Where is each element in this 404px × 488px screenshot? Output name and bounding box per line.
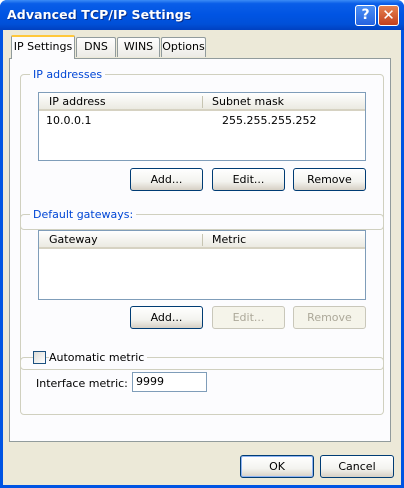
column-separator[interactable] <box>202 96 203 108</box>
ip-edit-button[interactable]: Edit... <box>212 168 285 191</box>
button-label: Add... <box>150 173 183 186</box>
button-label: Cancel <box>338 460 376 473</box>
gateway-list[interactable]: Gateway Metric <box>38 230 366 300</box>
button-label: Remove <box>307 173 352 186</box>
interface-metric-label: Interface metric: <box>36 377 128 390</box>
ip-remove-button[interactable]: Remove <box>293 168 366 191</box>
ip-address-cell: 10.0.0.1 <box>46 114 92 127</box>
tab-dns[interactable]: DNS <box>76 37 116 57</box>
column-header-ip-address[interactable]: IP address <box>49 95 106 108</box>
window-title: Advanced TCP/IP Settings <box>7 7 192 22</box>
tab-label: IP Settings <box>13 40 73 53</box>
help-icon: ? <box>361 7 370 23</box>
tab-wins[interactable]: WINS <box>117 37 160 57</box>
interface-metric-input[interactable]: 9999 <box>132 372 207 392</box>
cancel-button[interactable]: Cancel <box>320 455 394 478</box>
ip-address-list[interactable]: IP address Subnet mask 10.0.0.1 255.255.… <box>38 92 366 161</box>
ok-button[interactable]: OK <box>240 455 314 478</box>
button-label: Add... <box>150 311 183 324</box>
gateway-add-button[interactable]: Add... <box>130 306 203 329</box>
default-gateways-group-label: Default gateways: <box>30 208 137 221</box>
column-header-subnet-mask[interactable]: Subnet mask <box>212 95 284 108</box>
tab-label: DNS <box>84 40 108 53</box>
tab-options[interactable]: Options <box>161 37 206 57</box>
button-label: OK <box>269 460 285 473</box>
tab-label: Options <box>162 40 205 53</box>
help-button[interactable]: ? <box>355 5 376 26</box>
title-bar[interactable]: Advanced TCP/IP Settings ? ✕ <box>0 0 404 30</box>
column-header-gateway[interactable]: Gateway <box>49 233 98 246</box>
tab-label: WINS <box>123 40 154 53</box>
ip-add-button[interactable]: Add... <box>130 168 203 191</box>
column-header-metric[interactable]: Metric <box>212 233 246 246</box>
tab-ip-settings[interactable]: IP Settings <box>11 35 75 59</box>
automatic-metric-checkbox[interactable] <box>33 351 46 364</box>
button-label: Edit... <box>232 173 265 186</box>
dialog-client: IP Settings DNS WINS Options IP addresse… <box>3 30 401 485</box>
gateway-list-header: Gateway Metric <box>39 231 365 249</box>
gateway-remove-button[interactable]: Remove <box>293 306 366 329</box>
gateway-edit-button[interactable]: Edit... <box>212 306 285 329</box>
button-label: Remove <box>307 311 352 324</box>
subnet-mask-cell: 255.255.255.252 <box>222 114 317 127</box>
ip-list-header: IP address Subnet mask <box>39 93 365 111</box>
column-separator[interactable] <box>202 234 203 246</box>
close-button[interactable]: ✕ <box>378 5 399 26</box>
ip-addresses-group-label: IP addresses <box>30 68 106 81</box>
close-icon: ✕ <box>382 6 395 24</box>
button-label: Edit... <box>232 311 265 324</box>
automatic-metric-label[interactable]: Automatic metric <box>49 351 148 364</box>
dialog-window: Advanced TCP/IP Settings ? ✕ IP Settings… <box>0 0 404 488</box>
